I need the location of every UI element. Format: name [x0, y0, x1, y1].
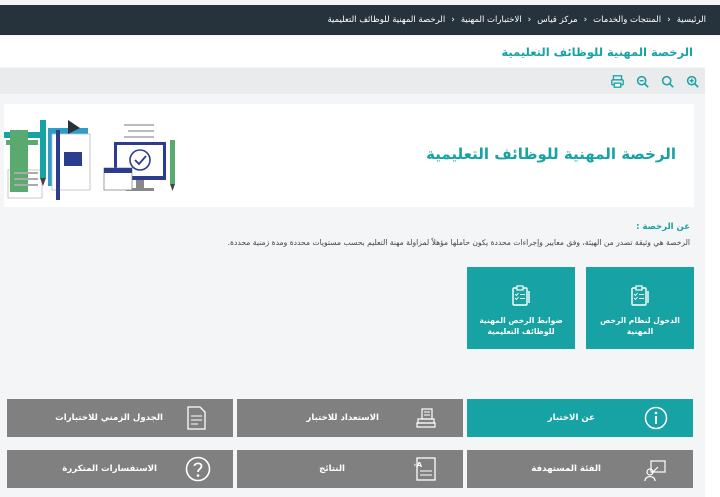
- title-bar: الرخصة المهنية للوظائف التعليمية: [0, 36, 705, 67]
- target-audience-button[interactable]: الفئة المستهدفة: [467, 450, 693, 488]
- zoom-out-icon[interactable]: [630, 68, 655, 94]
- graded-paper-icon: A+: [413, 456, 439, 482]
- breadcrumb-professional-tests[interactable]: الاختبارات المهنية: [461, 15, 522, 25]
- chevron-left-icon: ‹: [451, 15, 455, 25]
- results-button[interactable]: A+ النتائج: [237, 450, 463, 488]
- license-regulations-card[interactable]: ضوابط الرخص المهنية للوظائف التعليمية: [467, 267, 575, 349]
- breadcrumb-products[interactable]: المنتجات والخدمات: [593, 15, 661, 25]
- checklist-icon: [512, 285, 530, 306]
- hero-banner: الرخصة المهنية للوظائف التعليمية: [4, 104, 694, 207]
- breadcrumb-current: الرخصة المهنية للوظائف التعليمية: [327, 15, 446, 25]
- chevron-left-icon: ‹: [527, 15, 532, 25]
- hero-title: الرخصة المهنية للوظائف التعليمية: [426, 145, 676, 163]
- test-schedule-button[interactable]: الجدول الزمني للاختبارات: [7, 399, 233, 437]
- zoom-reset-icon[interactable]: [655, 68, 680, 94]
- test-schedule-label: الجدول الزمني للاختبارات: [55, 413, 163, 423]
- chevron-left-icon: ‹: [583, 15, 588, 25]
- prepare-for-test-label: الاستعداد للاختبار: [306, 413, 379, 423]
- card-label-line: المهنية: [626, 327, 654, 336]
- print-icon[interactable]: [605, 68, 630, 94]
- results-label: النتائج: [319, 464, 345, 474]
- page-tools: [0, 68, 705, 94]
- breadcrumb-home[interactable]: الرئيسية: [677, 15, 706, 25]
- about-text: الرخصة هي وثيقة تصدر من الهيئة، وفق معاي…: [227, 238, 690, 247]
- document-icon: [183, 405, 209, 431]
- card-label-line: للوظائف التعليمية: [487, 327, 555, 336]
- breadcrumb-qiyas[interactable]: مركز قياس: [537, 15, 577, 25]
- presentation-icon: [643, 456, 669, 482]
- about-test-button[interactable]: عن الاختبار: [467, 399, 693, 437]
- prepare-for-test-button[interactable]: الاستعداد للاختبار: [237, 399, 463, 437]
- svg-text:A+: A+: [414, 461, 423, 469]
- license-system-login-card[interactable]: الدخول لنظام الرخص المهنية: [586, 267, 694, 349]
- about-test-label: عن الاختبار: [547, 413, 595, 423]
- faq-button[interactable]: الاستفسارات المتكررة: [7, 450, 233, 488]
- card-label-line: ضوابط الرخص المهنية: [479, 316, 563, 325]
- page-title: الرخصة المهنية للوظائف التعليمية: [501, 44, 693, 59]
- checklist-icon: [631, 285, 649, 306]
- right-edge: [705, 36, 720, 497]
- about-heading: عن الرخصة :: [636, 222, 690, 232]
- zoom-in-icon[interactable]: [680, 68, 705, 94]
- card-label-line: الدخول لنظام الرخص: [600, 316, 680, 325]
- chevron-left-icon: ‹: [667, 15, 671, 25]
- study-books-icon: [413, 405, 439, 431]
- target-audience-label: الفئة المستهدفة: [531, 464, 601, 474]
- education-illustration-icon: [4, 120, 175, 200]
- faq-label: الاستفسارات المتكررة: [62, 464, 157, 474]
- question-icon: [185, 456, 211, 482]
- info-icon: [643, 405, 669, 431]
- breadcrumb: الرئيسية ‹ المنتجات والخدمات ‹ مركز قياس…: [0, 5, 720, 35]
